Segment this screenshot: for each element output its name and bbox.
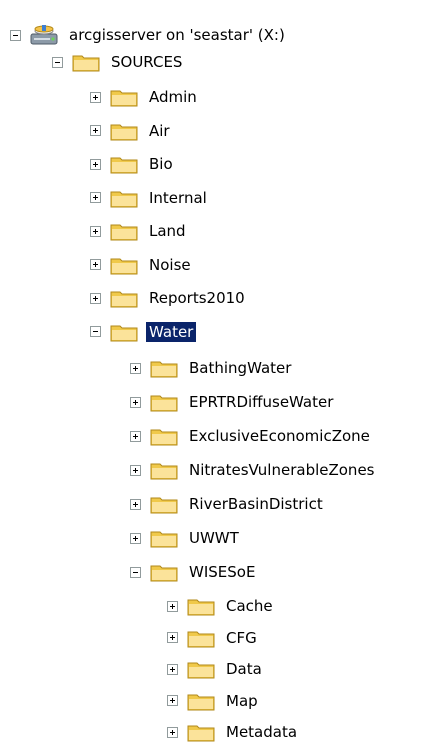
- tree-node-label: Admin: [149, 88, 197, 106]
- folder-icon: [185, 625, 219, 651]
- expand-toggle[interactable]: [167, 663, 178, 675]
- tree-node-label: Map: [226, 691, 258, 710]
- folder-icon: [185, 656, 219, 682]
- tree-node[interactable]: Map: [167, 686, 261, 716]
- folder-icon: [185, 688, 219, 714]
- tree-node-label: EPRTRDiffuseWater: [189, 393, 334, 411]
- tree-node-label: WISESoE: [189, 563, 256, 581]
- tree-node-label: arcgisserver on 'seastar' (X:): [69, 26, 285, 44]
- folder-icon: [70, 49, 104, 75]
- tree-node-root[interactable]: arcgisserver on 'seastar' (X:): [10, 20, 288, 50]
- tree-node-label: Noise: [149, 255, 191, 274]
- tree-node[interactable]: CFG: [167, 623, 260, 653]
- tree-node[interactable]: Noise: [90, 250, 194, 280]
- tree-node[interactable]: NitratesVulnerableZones: [130, 455, 378, 485]
- expand-toggle[interactable]: [167, 632, 178, 643]
- collapse-toggle[interactable]: [10, 29, 21, 41]
- expand-toggle[interactable]: [90, 225, 101, 237]
- collapse-toggle[interactable]: [130, 566, 141, 578]
- folder-icon: [108, 285, 142, 311]
- tree-node[interactable]: EPRTRDiffuseWater: [130, 387, 336, 417]
- folder-icon: [148, 389, 182, 415]
- tree-node-label: BathingWater: [189, 359, 292, 377]
- folder-icon: [148, 559, 182, 585]
- folder-icon: [185, 719, 219, 745]
- expand-toggle[interactable]: [167, 695, 178, 706]
- expand-toggle[interactable]: [130, 498, 141, 510]
- tree-node[interactable]: UWWT: [130, 523, 242, 553]
- server-drive-icon: [28, 22, 62, 48]
- tree-node-label: UWWT: [189, 529, 239, 547]
- folder-icon: [108, 118, 142, 144]
- folder-icon: [148, 525, 182, 551]
- folder-icon: [148, 355, 182, 381]
- tree-node[interactable]: Land: [90, 216, 189, 246]
- expand-toggle[interactable]: [167, 600, 178, 612]
- folder-icon: [108, 185, 142, 211]
- folder-icon: [148, 457, 182, 483]
- folder-icon: [108, 218, 142, 244]
- tree-node[interactable]: Internal: [90, 183, 210, 213]
- tree-node-sources[interactable]: SOURCES: [52, 47, 185, 77]
- folder-icon: [108, 84, 142, 110]
- tree-node-label: Land: [149, 222, 186, 240]
- expand-toggle[interactable]: [90, 259, 101, 270]
- tree-node[interactable]: Reports2010: [90, 283, 248, 313]
- expand-toggle[interactable]: [130, 430, 141, 442]
- tree-node[interactable]: RiverBasinDistrict: [130, 489, 326, 519]
- folder-icon: [108, 319, 142, 345]
- collapse-toggle[interactable]: [52, 56, 63, 68]
- expand-toggle[interactable]: [130, 396, 141, 408]
- tree-node[interactable]: Metadata: [167, 717, 300, 747]
- tree-node-label: Data: [226, 660, 262, 678]
- tree-node[interactable]: ExclusiveEconomicZone: [130, 421, 373, 451]
- tree-node-label: RiverBasinDistrict: [189, 495, 323, 513]
- tree-node[interactable]: Admin: [90, 82, 200, 112]
- tree-node[interactable]: BathingWater: [130, 353, 294, 383]
- expand-toggle[interactable]: [130, 464, 141, 476]
- tree-node-label: Bio: [149, 155, 173, 173]
- tree-node[interactable]: Air: [90, 116, 173, 146]
- tree-node[interactable]: Cache: [167, 591, 276, 621]
- folder-icon: [108, 151, 142, 177]
- expand-toggle[interactable]: [90, 125, 101, 136]
- tree-node-label: NitratesVulnerableZones: [189, 461, 375, 479]
- tree-node[interactable]: Bio: [90, 149, 176, 179]
- folder-icon: [148, 423, 182, 449]
- tree-node-label: CFG: [226, 628, 257, 647]
- tree-node-label: ExclusiveEconomicZone: [189, 427, 370, 445]
- tree-node[interactable]: WISESoE: [130, 557, 258, 587]
- folder-icon: [108, 252, 142, 278]
- tree-node[interactable]: Data: [167, 654, 265, 684]
- tree-node-label: Internal: [149, 188, 207, 207]
- folder-icon: [185, 593, 219, 619]
- tree-node-label: Water: [146, 321, 197, 342]
- collapse-toggle[interactable]: [90, 326, 101, 337]
- expand-toggle[interactable]: [90, 292, 101, 304]
- tree-node-label: Metadata: [226, 723, 298, 741]
- tree-node[interactable]: Water: [90, 317, 197, 347]
- tree-node-label: Air: [149, 121, 170, 140]
- tree-node-label: Reports2010: [149, 289, 245, 307]
- tree-node-label: Cache: [226, 597, 273, 615]
- folder-icon: [148, 491, 182, 517]
- expand-toggle[interactable]: [167, 726, 178, 738]
- expand-toggle[interactable]: [130, 532, 141, 544]
- tree-node-label: SOURCES: [111, 53, 183, 71]
- expand-toggle[interactable]: [90, 192, 101, 203]
- expand-toggle[interactable]: [130, 362, 141, 374]
- expand-toggle[interactable]: [90, 91, 101, 103]
- expand-toggle[interactable]: [90, 158, 101, 170]
